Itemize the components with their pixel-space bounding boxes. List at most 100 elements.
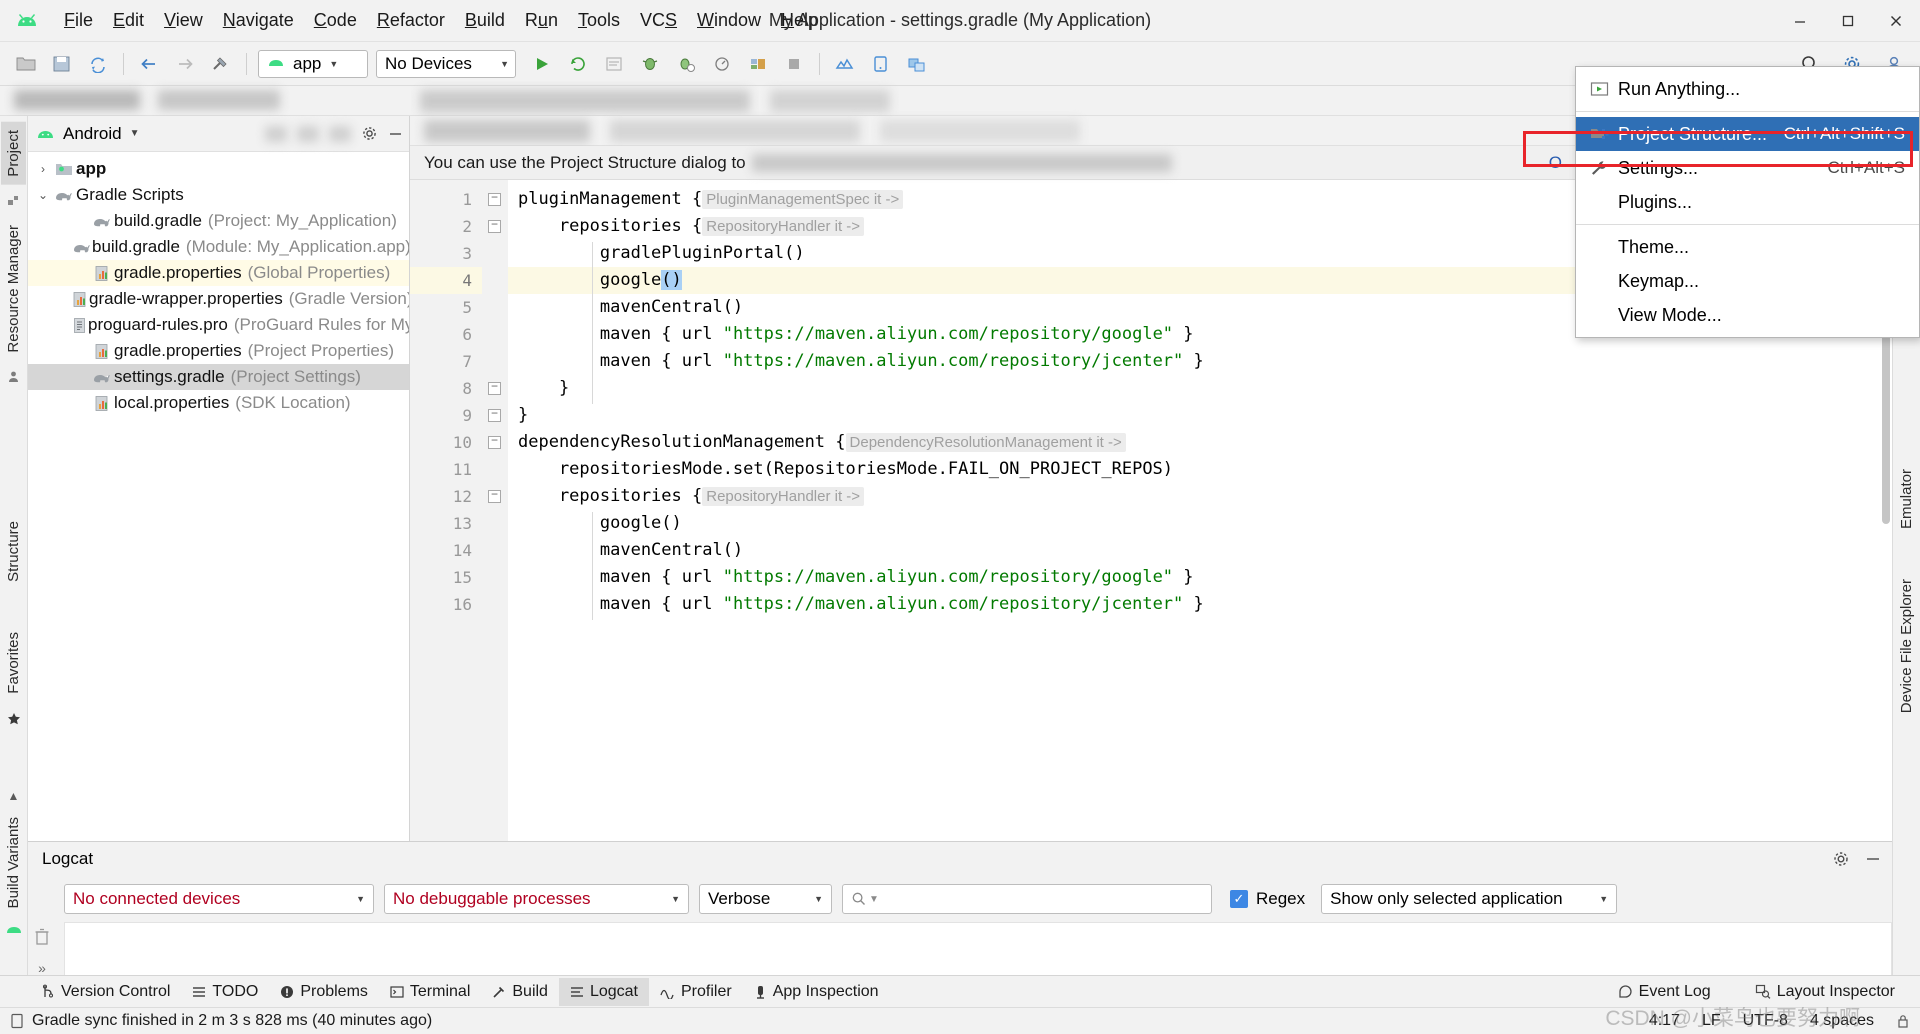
collapse-arrow-icon[interactable]: ▲ [8,789,20,803]
tree-row[interactable]: proguard-rules.pro (ProGuard Rules for My… [28,312,409,338]
build-hammer-icon[interactable] [205,48,237,80]
menu-navigate[interactable]: Navigate [213,6,304,35]
menu-item-plugins[interactable]: Plugins... [1576,185,1919,219]
tree-expand-arrow-icon[interactable]: ⌄ [34,188,52,202]
code-line[interactable]: } [508,402,1892,429]
menu-tools[interactable]: Tools [568,6,630,35]
tool-window-problems[interactable]: Problems [269,978,379,1006]
sync-icon[interactable] [82,48,114,80]
tool-window-version-control[interactable]: Version Control [30,978,181,1006]
code-line[interactable]: maven { url "https://maven.aliyun.com/re… [508,564,1892,591]
device-selector[interactable]: No Devices ▼ [376,49,516,78]
tree-row[interactable]: gradle.properties (Project Properties) [28,338,409,364]
logcat-search-field[interactable] [884,890,1203,908]
logcat-settings-gear-icon[interactable] [1832,850,1850,868]
tree-row[interactable]: › app [28,156,409,182]
code-line[interactable]: maven { url "https://maven.aliyun.com/re… [508,348,1892,375]
tool-window-todo[interactable]: TODO [181,978,269,1006]
code-line[interactable]: repositories {RepositoryHandler it -> [508,483,1892,510]
status-line-separator[interactable]: LF [1702,1012,1721,1030]
code-folding-column[interactable] [482,180,508,941]
menu-item-project-structure[interactable]: Project Structure... Ctrl+Alt+Shift+S [1576,117,1919,151]
profiler-run-icon[interactable] [706,48,738,80]
menu-item-run-anything[interactable]: Run Anything... [1576,72,1919,106]
menu-vcs[interactable]: VCS [630,6,687,35]
menu-edit[interactable]: Edit [103,6,154,35]
menu-help[interactable]: Help [771,6,828,35]
sdk-manager-icon[interactable] [829,48,861,80]
regex-checkbox[interactable]: ✓ [1230,890,1248,908]
run-button[interactable] [526,48,558,80]
rail-tab-structure[interactable]: Structure [1,513,26,590]
status-indent[interactable]: 4 spaces [1810,1012,1874,1030]
rail-tab-favorites[interactable]: Favorites [1,624,26,702]
code-line[interactable]: repositoriesMode.set(RepositoriesMode.FA… [508,456,1892,483]
notification-link[interactable]: O [1549,153,1562,173]
menu-code[interactable]: Code [304,6,367,35]
tool-window-app-inspection[interactable]: App Inspection [743,978,890,1006]
back-arrow-icon[interactable] [133,48,165,80]
module-selector[interactable]: app ▼ [258,49,368,78]
hide-panel-icon[interactable] [388,126,403,141]
logcat-filter-selector[interactable]: Show only selected application ▼ [1321,884,1618,914]
open-folder-icon[interactable] [10,48,42,80]
fold-toggle-icon[interactable] [488,190,501,206]
forward-arrow-icon[interactable] [169,48,201,80]
close-button[interactable] [1872,0,1920,42]
avd-manager-icon[interactable] [865,48,897,80]
menu-item-keymap[interactable]: Keymap... [1576,264,1919,298]
code-line[interactable]: dependencyResolutionManagement {Dependen… [508,429,1892,456]
logcat-search-input[interactable]: ▼ [842,884,1212,914]
code-line[interactable]: google() [508,510,1892,537]
menu-refactor[interactable]: Refactor [367,6,455,35]
logcat-process-selector[interactable]: No debuggable processes ▼ [384,884,689,914]
tree-row[interactable]: ⌄ Gradle Scripts [28,182,409,208]
rail-tab-build-variants[interactable]: Build Variants [1,809,26,916]
menu-view[interactable]: View [154,6,213,35]
fold-toggle-icon[interactable] [488,433,501,449]
tree-row[interactable]: local.properties (SDK Location) [28,390,409,416]
code-line[interactable]: mavenCentral() [508,537,1892,564]
menu-window[interactable]: Window [687,6,771,35]
chevron-down-icon[interactable]: ▼ [130,128,140,139]
fold-toggle-icon[interactable] [488,379,501,395]
menu-build[interactable]: Build [455,6,515,35]
tool-window-profiler[interactable]: Profiler [649,978,743,1006]
debug-icon[interactable] [634,48,666,80]
quick-actions-popup-menu[interactable]: Run Anything... Project Structure... Ctrl+… [1575,66,1920,338]
status-encoding[interactable]: UTF-8 [1743,1012,1788,1030]
status-caret-position[interactable]: 4:17 [1649,1012,1680,1030]
maximize-button[interactable] [1824,0,1872,42]
expand-logcat-icon[interactable]: » [38,960,46,976]
logcat-level-selector[interactable]: Verbose ▼ [699,884,832,914]
code-line[interactable]: maven { url "https://maven.aliyun.com/re… [508,591,1892,618]
tool-window-build[interactable]: Build [481,978,559,1006]
tree-expand-arrow-icon[interactable]: › [34,162,52,176]
rail-tab-resource-manager[interactable]: Resource Manager [1,217,26,361]
tool-window-event-log[interactable]: Event Log [1607,978,1722,1006]
attach-debugger-icon[interactable] [670,48,702,80]
stop-icon[interactable] [778,48,810,80]
settings-gear-icon[interactable] [361,125,378,142]
menu-item-view-mode[interactable]: View Mode... [1576,298,1919,332]
tree-row[interactable]: gradle-wrapper.properties (Gradle Version… [28,286,409,312]
tool-window-terminal[interactable]: Terminal [379,978,481,1006]
fold-toggle-icon[interactable] [488,487,501,503]
apply-changes-icon[interactable] [598,48,630,80]
search-dropdown-caret-icon[interactable]: ▼ [869,894,879,905]
menu-run[interactable]: Run [515,6,568,35]
tree-row[interactable]: settings.gradle (Project Settings) [28,364,409,390]
menu-item-settings[interactable]: Settings... Ctrl+Alt+S [1576,151,1919,185]
rail-tab-project[interactable]: Project [1,122,26,185]
code-line[interactable]: } [508,375,1892,402]
tree-row[interactable]: build.gradle (Project: My_Application) [28,208,409,234]
rail-tab-device-file-explorer[interactable]: Device File Explorer [1894,571,1919,721]
minimize-button[interactable] [1776,0,1824,42]
fold-toggle-icon[interactable] [488,406,501,422]
logcat-device-selector[interactable]: No connected devices ▼ [64,884,374,914]
tool-window-logcat[interactable]: Logcat [558,977,649,1006]
fold-toggle-icon[interactable] [488,217,501,233]
clear-logcat-icon[interactable] [34,928,50,946]
tool-window-layout-inspector[interactable]: Layout Inspector [1744,978,1906,1006]
rail-tab-emulator[interactable]: Emulator [1894,461,1919,537]
